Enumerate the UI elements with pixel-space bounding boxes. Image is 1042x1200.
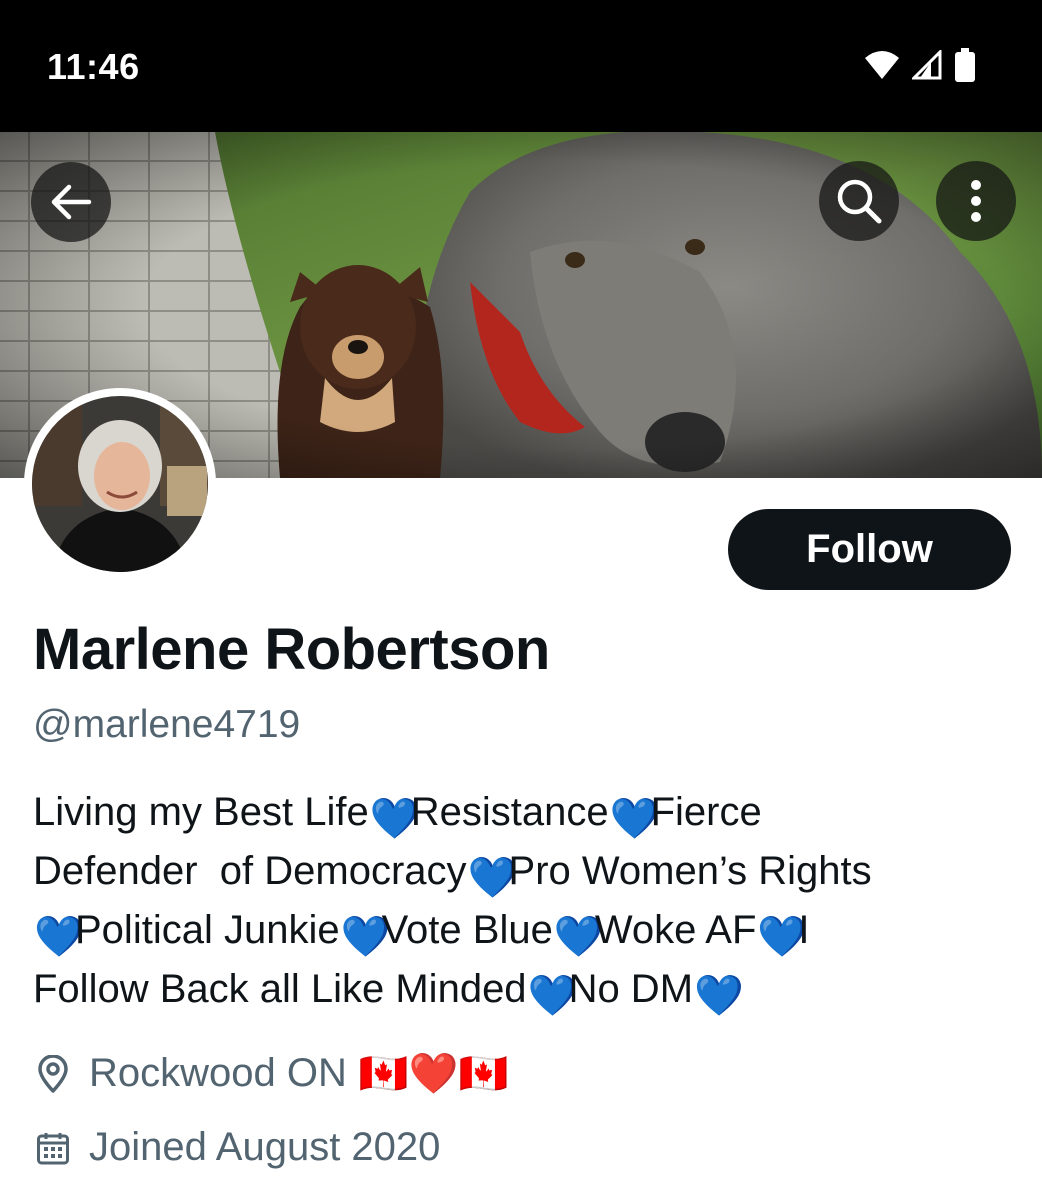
- location-pin-icon: [33, 1054, 73, 1094]
- bio-text: Pro Women’s Rights: [508, 849, 872, 893]
- bio-text: Vote Blue: [381, 908, 553, 952]
- blue-heart-emoji: 💙: [694, 974, 744, 1018]
- profile-bio: Living my Best Life💙Resistance💙Fierce De…: [33, 783, 1003, 1019]
- bio-text: No DM: [568, 967, 694, 1011]
- blue-heart-emoji: 💙: [467, 856, 518, 900]
- status-time: 11:46: [47, 46, 140, 87]
- status-icons: [864, 48, 976, 82]
- bio-text: Resistance: [410, 790, 609, 834]
- back-arrow-icon: [51, 184, 92, 220]
- bio-text: Follow Back all Like Minded: [33, 967, 527, 1011]
- blue-heart-emoji: 💙: [340, 915, 391, 959]
- blue-heart-emoji: 💙: [369, 797, 420, 841]
- bio-line: 💙Political Junkie💙Vote Blue💙Woke AF💙I: [33, 901, 1003, 960]
- blue-heart-emoji: 💙: [609, 797, 660, 841]
- location-text: Rockwood ON: [89, 1051, 347, 1095]
- joined-row: Joined August 2020: [33, 1125, 440, 1170]
- bio-text: Woke AF: [594, 908, 757, 952]
- more-options-button[interactable]: [936, 161, 1016, 241]
- bio-text: I: [798, 908, 810, 952]
- bio-line: Defender of Democracy💙Pro Women’s Rights: [33, 842, 1003, 901]
- bio-text: Fierce: [650, 790, 762, 834]
- wifi-icon: [865, 51, 899, 79]
- back-button[interactable]: [31, 162, 111, 242]
- location-row: Rockwood ON 🇨🇦❤️🇨🇦: [33, 1050, 508, 1097]
- more-vertical-icon: [971, 180, 981, 222]
- blue-heart-emoji: 💙: [553, 915, 604, 959]
- profile-avatar[interactable]: [24, 388, 216, 580]
- battery-icon: [955, 48, 975, 82]
- location-emoji: 🇨🇦❤️🇨🇦: [358, 1052, 509, 1096]
- display-name: Marlene Robertson: [33, 617, 550, 682]
- search-icon: [837, 179, 882, 224]
- bio-text: Living my Best Life: [33, 790, 369, 834]
- blue-heart-emoji: 💙: [527, 974, 578, 1018]
- calendar-icon: [33, 1128, 73, 1168]
- user-handle: @marlene4719: [33, 703, 301, 746]
- joined-date: Joined August 2020: [89, 1125, 441, 1169]
- bio-text: Political Junkie: [75, 908, 340, 952]
- status-bar: 11:46: [0, 0, 1042, 132]
- search-button[interactable]: [819, 161, 899, 241]
- cell-signal-icon: [912, 50, 942, 80]
- blue-heart-emoji: 💙: [757, 915, 808, 959]
- follow-button[interactable]: Follow: [728, 509, 1011, 590]
- bio-line: Living my Best Life💙Resistance💙Fierce: [33, 783, 1003, 842]
- bio-text: Defender of Democracy: [33, 849, 467, 893]
- blue-heart-emoji: 💙: [34, 915, 84, 959]
- bio-line: Follow Back all Like Minded💙No DM💙: [33, 960, 1003, 1019]
- avatar-image: [32, 396, 208, 572]
